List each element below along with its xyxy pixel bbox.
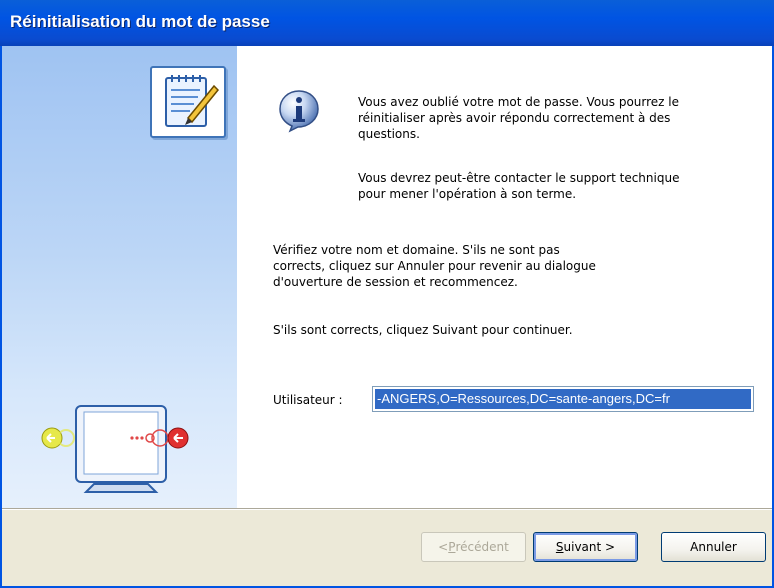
monitor-icon — [41, 405, 189, 493]
user-value[interactable]: -ANGERS,O=Ressources,DC=sante-angers,DC=… — [375, 389, 751, 409]
title-bar[interactable]: Réinitialisation du mot de passe — [0, 0, 774, 46]
info-icon — [279, 90, 319, 133]
notepad-pen-icon — [150, 66, 226, 138]
wizard-sidebar — [2, 46, 237, 508]
info-text-1: Vous avez oublié votre mot de passe. Vou… — [358, 95, 679, 141]
cancel-button[interactable]: Annuler — [661, 532, 766, 562]
verify-text: Vérifiez votre nom et domaine. S'ils ne … — [273, 243, 596, 289]
user-field[interactable]: -ANGERS,O=Ressources,DC=sante-angers,DC=… — [372, 386, 754, 412]
continue-text: S'ils sont corrects, cliquez Suivant pou… — [273, 323, 573, 337]
yellow-arrow-icon — [42, 428, 62, 448]
window-title: Réinitialisation du mot de passe — [10, 12, 270, 31]
next-button[interactable]: Suivant > — [533, 532, 638, 562]
wizard-dialog: Vous avez oublié votre mot de passe. Vou… — [0, 46, 774, 588]
wizard-footer: < Précédent Suivant > Annuler — [2, 510, 772, 586]
red-arrow-icon — [168, 428, 188, 448]
user-label: Utilisateur : — [273, 393, 343, 407]
previous-button[interactable]: < Précédent — [421, 532, 526, 562]
info-text-2: Vous devrez peut-être contacter le suppo… — [358, 171, 680, 201]
